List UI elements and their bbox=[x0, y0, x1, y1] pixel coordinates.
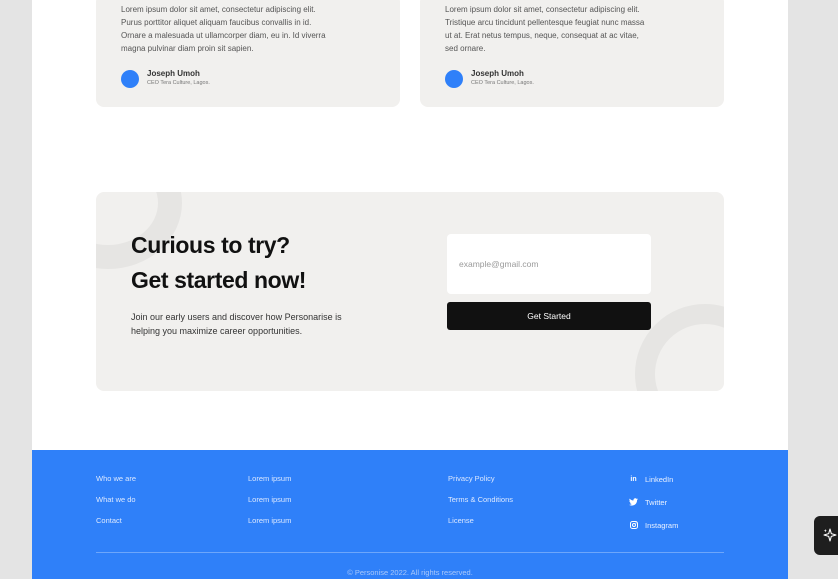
footer-link-lorem[interactable]: Lorem ipsum bbox=[248, 495, 291, 504]
social-link-instagram[interactable]: Instagram bbox=[629, 521, 678, 530]
page: Lorem ipsum dolor sit amet, consectetur … bbox=[32, 0, 788, 579]
testimonial-author-role: CEO Tera Culture, Lagos. bbox=[147, 80, 210, 86]
sparkle-icon bbox=[823, 528, 837, 542]
get-started-button[interactable]: Get Started bbox=[447, 302, 651, 330]
footer-link-contact[interactable]: Contact bbox=[96, 516, 122, 525]
footer-link-what-we-do[interactable]: What we do bbox=[96, 495, 136, 504]
cta-heading-line1: Curious to try? bbox=[131, 232, 290, 258]
footer-link-who-we-are[interactable]: Who we are bbox=[96, 474, 136, 483]
testimonial-text: Lorem ipsum dolor sit amet, consectetur … bbox=[121, 5, 326, 53]
testimonial-card: Lorem ipsum dolor sit amet, consectetur … bbox=[420, 0, 724, 107]
avatar bbox=[445, 70, 463, 88]
testimonial-card: Lorem ipsum dolor sit amet, consectetur … bbox=[96, 0, 400, 107]
copyright-text: © Personise 2022. All rights reserved. bbox=[347, 568, 473, 577]
footer-link-lorem[interactable]: Lorem ipsum bbox=[248, 474, 291, 483]
footer: Who we are What we do Contact Lorem ipsu… bbox=[32, 450, 788, 579]
avatar bbox=[121, 70, 139, 88]
testimonial-text: Lorem ipsum dolor sit amet, consectetur … bbox=[445, 5, 645, 53]
footer-divider bbox=[96, 552, 724, 553]
footer-link-lorem[interactable]: Lorem ipsum bbox=[248, 516, 291, 525]
cta-heading-line2: Get started now! bbox=[131, 267, 307, 293]
twitter-icon bbox=[629, 498, 638, 507]
linkedin-icon: in bbox=[630, 476, 637, 483]
social-link-twitter[interactable]: Twitter bbox=[629, 498, 667, 507]
footer-link-privacy-policy[interactable]: Privacy Policy bbox=[448, 474, 495, 483]
footer-link-terms[interactable]: Terms & Conditions bbox=[448, 495, 513, 504]
cta-description: Join our early users and discover how Pe… bbox=[131, 312, 342, 336]
ai-assistant-button[interactable] bbox=[814, 516, 838, 555]
footer-link-license[interactable]: License bbox=[448, 516, 474, 525]
cta-section: Curious to try? Get started now! Join ou… bbox=[96, 192, 724, 391]
email-input[interactable] bbox=[447, 234, 651, 294]
testimonial-author-name: Joseph Umoh bbox=[471, 69, 524, 78]
instagram-icon bbox=[629, 521, 638, 530]
testimonial-author-name: Joseph Umoh bbox=[147, 69, 200, 78]
testimonial-author-role: CEO Tera Culture, Lagos. bbox=[471, 80, 534, 86]
social-link-linkedin[interactable]: in LinkedIn bbox=[629, 475, 673, 484]
